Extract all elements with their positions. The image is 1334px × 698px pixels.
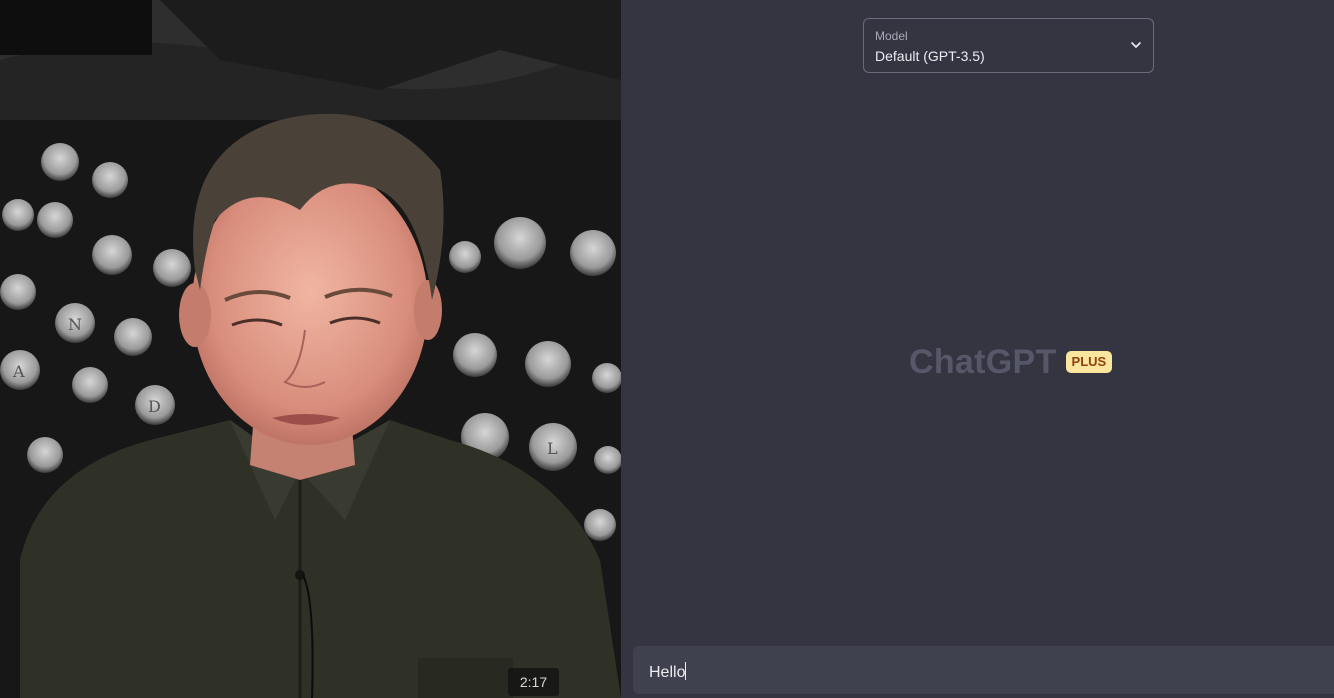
- typewriter-key: [92, 235, 132, 275]
- typewriter-key: [37, 202, 73, 238]
- webcam-video: N A D L 2:17: [0, 0, 621, 698]
- typewriter-key: [570, 230, 616, 276]
- text-caret: [685, 662, 687, 680]
- typewriter-key: [2, 199, 34, 231]
- message-input[interactable]: Hello: [633, 646, 1334, 694]
- key-letter-n: N: [68, 315, 82, 334]
- typewriter-key: [41, 143, 79, 181]
- typewriter-key: [92, 162, 128, 198]
- key-letter-d: D: [148, 397, 161, 416]
- typewriter-key: [453, 333, 497, 377]
- typewriter-key: [494, 217, 546, 269]
- typewriter-key: [592, 363, 621, 393]
- screen: N A D L 2:17 Model Default (GPT-3.5) Cha…: [0, 0, 1334, 698]
- chevron-down-icon: [1131, 42, 1141, 48]
- key-letter-l: L: [547, 439, 558, 458]
- typewriter-key: [114, 318, 152, 356]
- video-timestamp: 2:17: [508, 668, 559, 696]
- brand-name: ChatGPT: [909, 342, 1057, 381]
- plus-badge: PLUS: [1065, 351, 1113, 373]
- typewriter-key: [27, 437, 63, 473]
- message-input-value: Hello: [649, 664, 686, 681]
- webcam-frame-illustration: N A D L: [0, 0, 621, 698]
- typewriter-key: [72, 367, 108, 403]
- typewriter-key: [0, 274, 36, 310]
- chatgpt-panel: Model Default (GPT-3.5) ChatGPT PLUS Hel…: [621, 0, 1334, 698]
- typewriter-key: [449, 241, 481, 273]
- typewriter-key: [153, 249, 191, 287]
- model-selector-value: Default (GPT-3.5): [875, 48, 985, 64]
- model-selector[interactable]: Model Default (GPT-3.5): [863, 18, 1154, 73]
- message-input-text: Hello: [649, 662, 687, 682]
- typewriter-key: [525, 341, 571, 387]
- typewriter-key: [584, 509, 616, 541]
- typewriter-key: [594, 446, 621, 474]
- brand-heading: ChatGPT PLUS: [909, 340, 1113, 384]
- key-letter-a: A: [12, 362, 25, 381]
- model-selector-label: Model: [875, 29, 908, 43]
